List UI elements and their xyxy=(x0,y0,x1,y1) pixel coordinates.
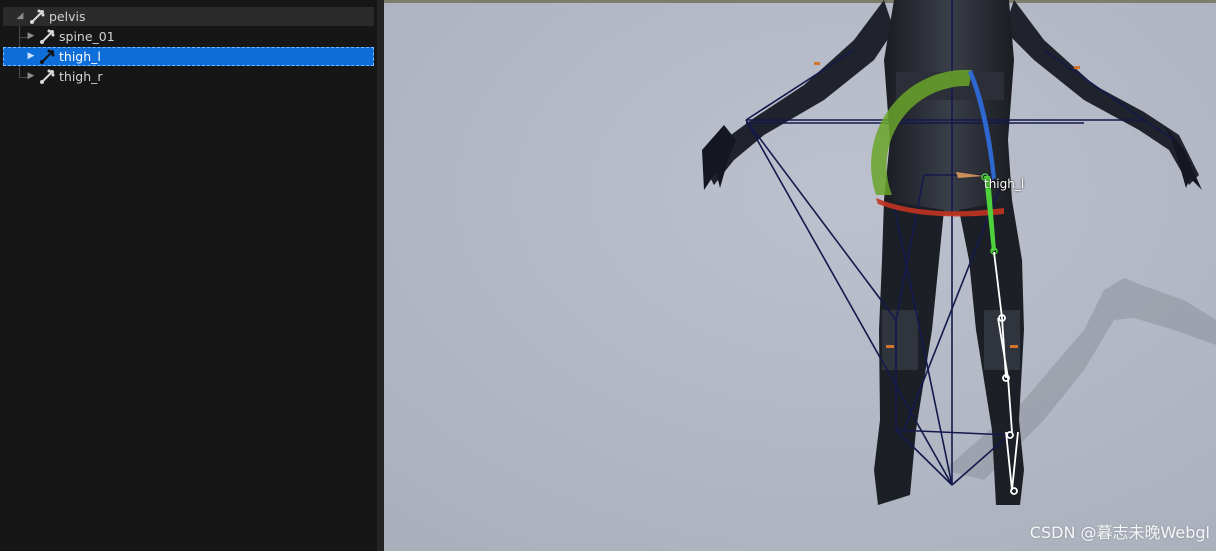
skeleton-tree-panel: ◢ pelvis ▶ spine_01 ▶ thigh_l ▶ thigh_r xyxy=(0,0,384,551)
bone-icon xyxy=(40,49,55,64)
tree-item-thigh-r[interactable]: ▶ thigh_r xyxy=(3,67,374,86)
collapse-arrow-icon[interactable]: ◢ xyxy=(15,7,25,26)
tree-item-label: thigh_l xyxy=(59,49,101,64)
bone-name-label: thigh_l xyxy=(984,177,1025,191)
expand-arrow-icon[interactable]: ▶ xyxy=(26,47,36,66)
expand-arrow-icon[interactable]: ▶ xyxy=(26,67,36,86)
panel-splitter[interactable] xyxy=(377,0,384,551)
bone-icon xyxy=(30,9,45,24)
tree-item-thigh-l[interactable]: ▶ thigh_l xyxy=(3,47,374,66)
expand-arrow-icon[interactable]: ▶ xyxy=(26,27,36,46)
tree-item-label: thigh_r xyxy=(59,69,103,84)
tree-item-pelvis[interactable]: ◢ pelvis xyxy=(3,7,374,26)
tree-item-spine-01[interactable]: ▶ spine_01 xyxy=(3,27,374,46)
bone-icon xyxy=(40,29,55,44)
watermark: CSDN @暮志未晚Webgl xyxy=(1029,523,1210,542)
viewport-3d[interactable]: thigh_l CSDN @暮志未晚Webgl xyxy=(384,0,1216,551)
tree-item-label: pelvis xyxy=(49,9,86,24)
viewport-top-strip xyxy=(384,0,1216,3)
tree-item-label: spine_01 xyxy=(59,29,115,44)
bone-icon xyxy=(40,69,55,84)
viewport-scene xyxy=(384,0,1216,551)
